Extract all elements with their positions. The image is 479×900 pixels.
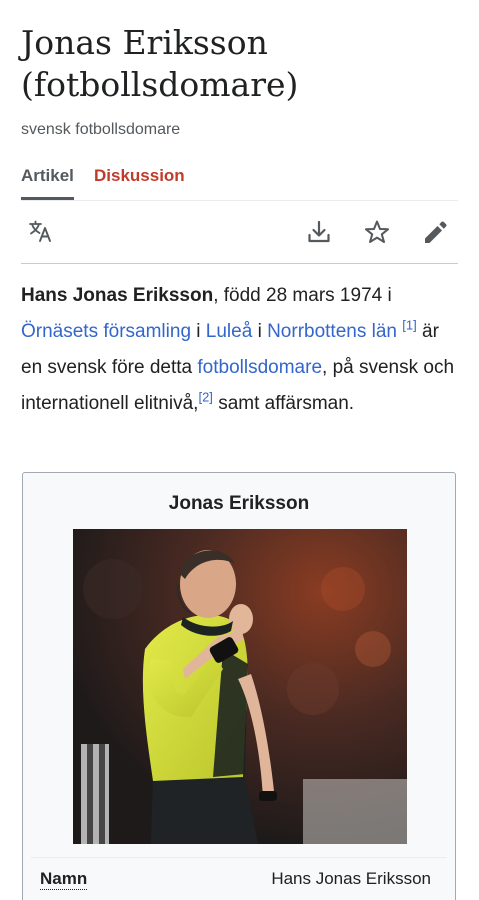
article-intro-paragraph: Hans Jonas Eriksson, född 28 mars 1974 i… — [21, 278, 461, 422]
reference-2[interactable]: [2] — [198, 390, 212, 405]
translate-icon-graphic — [29, 220, 51, 242]
link-lulea[interactable]: Luleå — [206, 321, 253, 342]
page-title: Jonas Eriksson (fotbollsdomare) — [21, 23, 299, 104]
link-fotbollsdomare[interactable]: fotbollsdomare — [197, 357, 322, 378]
download-icon-graphic — [308, 220, 330, 243]
namespace-tabs: Artikel Diskussion — [21, 164, 458, 201]
intro-text-born: , född 28 mars 1974 i — [213, 285, 392, 306]
star-icon-graphic — [365, 220, 389, 243]
referee-photo-graphic — [73, 529, 407, 844]
article-page: Jonas Eriksson (fotbollsdomare) svensk f… — [0, 0, 479, 900]
subject-name: Hans Jonas Eriksson — [21, 285, 214, 306]
translate-icon[interactable] — [27, 218, 55, 246]
infobox-divider — [31, 857, 447, 858]
star-icon[interactable] — [363, 218, 391, 246]
page-subtitle: svensk fotbollsdomare — [21, 121, 181, 138]
tab-article[interactable]: Artikel — [21, 164, 74, 200]
page-actions-toolbar — [21, 202, 458, 264]
infobox-value-namn: Hans Jonas Eriksson — [271, 869, 431, 888]
pencil-icon[interactable] — [421, 218, 449, 246]
intro-text-in-2: i — [252, 321, 268, 342]
intro-text-end: samt affärsman. — [212, 393, 355, 414]
intro-text-in: i — [191, 321, 206, 342]
link-ornasets-forsamling[interactable]: Örnäsets församling — [21, 321, 191, 342]
tab-discussion[interactable]: Diskussion — [94, 164, 185, 188]
pencil-icon-graphic — [425, 221, 447, 243]
referee-photo[interactable] — [73, 529, 407, 844]
infobox-label-namn[interactable]: Namn — [40, 869, 88, 890]
link-norrbottens-lan[interactable]: Norrbottens län — [267, 321, 397, 342]
infobox: Jonas Eriksson Namn Hans Jonas Eriksson — [22, 472, 456, 900]
infobox-title: Jonas Eriksson — [168, 493, 310, 514]
reference-1[interactable]: [1] — [402, 318, 416, 333]
download-icon[interactable] — [305, 218, 333, 246]
